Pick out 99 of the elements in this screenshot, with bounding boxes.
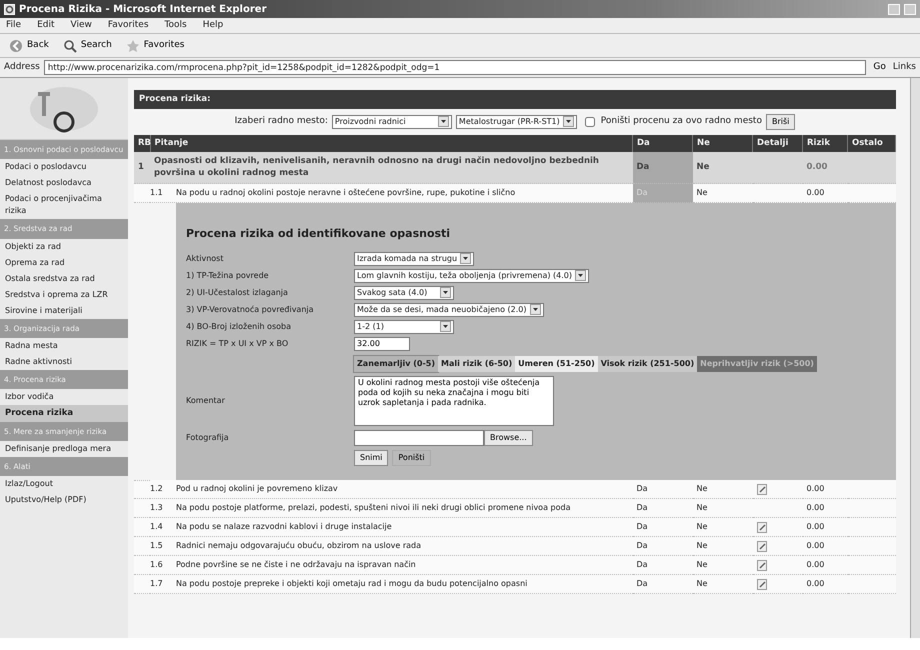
sidebar-link[interactable]: Procena rizika bbox=[0, 405, 128, 422]
ne-cell[interactable]: Ne bbox=[692, 574, 752, 594]
edit-icon[interactable] bbox=[756, 578, 768, 590]
field-label: RIZIK = TP x UI x VP x BO bbox=[186, 338, 290, 350]
da-cell[interactable]: Da bbox=[632, 574, 692, 594]
column-header: Da bbox=[632, 134, 692, 152]
select-field[interactable]: Svakog sata (4.0) bbox=[354, 286, 454, 300]
field-label: 2) UI-Učestalost izlaganja bbox=[186, 286, 289, 299]
browse-button[interactable]: Browse... bbox=[484, 430, 533, 446]
result-field[interactable]: 32.00 bbox=[354, 336, 410, 351]
search-icon bbox=[62, 38, 77, 52]
star-icon bbox=[126, 38, 140, 52]
sidebar-link[interactable]: Sirovine i materijali bbox=[0, 302, 128, 318]
column-header: Detalji bbox=[752, 134, 802, 152]
field-label: Komentar bbox=[186, 395, 226, 408]
table-cell-text: Na podu se nalaze razvodni kablovi i druge instalacije bbox=[176, 521, 392, 534]
table-cell-text: Pod u radnoj okolini je povremeno klizav bbox=[176, 483, 338, 496]
field-label: Fotografija bbox=[186, 432, 230, 444]
comment-field[interactable]: U okolini radnog mesta postoji više oštećenja poda od kojih su neka značajna i mogu biti uzrok sapletanja i pada radnika. bbox=[354, 376, 554, 426]
field-label: 3) VP-Verovatnoća povređivanja bbox=[186, 304, 315, 316]
table-cell-text: Podne površine se ne čiste i ne održavaju na ispravan način bbox=[176, 559, 416, 572]
address-label: Address bbox=[4, 60, 40, 74]
column-header: Ostalo bbox=[848, 134, 896, 152]
menu-item[interactable]: Edit bbox=[37, 18, 54, 32]
table-cell-text: 1.1 bbox=[150, 187, 164, 199]
column-header: RB bbox=[134, 134, 150, 152]
table-cell: Opasnosti od klizavih, nenivelisanih, neravnih odnosno na drugi način nedovoljno bezbednih površina u okolini radnog mesta bbox=[150, 152, 632, 184]
edit-icon[interactable] bbox=[756, 484, 768, 494]
reset-label: Poništi procenu za ovo radno mesto bbox=[600, 115, 762, 128]
search-button[interactable]: Search bbox=[60, 38, 115, 52]
column-header: Ne bbox=[692, 134, 752, 152]
address-field[interactable]: http://www.procenarizika.com/rmprocena.php?pit_id=1258&podpit_id=1282&podpit_odg=1 bbox=[44, 60, 866, 75]
sidebar-link[interactable]: Izbor vodiča bbox=[0, 389, 128, 405]
menu-item[interactable]: View bbox=[70, 18, 92, 32]
risk-level-label: Umeren (51-250) bbox=[515, 356, 598, 372]
edit-icon[interactable] bbox=[756, 560, 768, 570]
page-title: Procena rizika: bbox=[134, 90, 896, 109]
risk-level-label: Zanemarljiv (0-5) bbox=[354, 356, 438, 372]
workplace-label: Izaberi radno mesto: bbox=[234, 115, 328, 128]
sidebar-link[interactable]: Podaci o poslodavcu bbox=[0, 159, 128, 176]
da-cell[interactable]: Da bbox=[632, 152, 692, 184]
table-cell-text: 1.6 bbox=[150, 559, 164, 572]
field-label: Aktivnost bbox=[186, 252, 224, 265]
table-cell-text: 1.5 bbox=[150, 540, 164, 552]
links-label: Links bbox=[892, 60, 916, 74]
menu-item[interactable]: Help bbox=[202, 18, 224, 32]
table-cell-text: 1.7 bbox=[150, 578, 164, 590]
select-field[interactable]: Može da se desi, mada neuobičajeno (2.0) bbox=[354, 302, 544, 317]
select-field[interactable]: Metalostrugar (PR-R-ST1) bbox=[456, 114, 577, 129]
back-icon bbox=[9, 38, 23, 52]
sidebar-link[interactable]: Ostala sredstva za rad bbox=[0, 270, 128, 286]
table-cell-text: 1.4 bbox=[150, 521, 164, 534]
risk-level-label: Mali rizik (6-50) bbox=[438, 356, 516, 372]
table-cell-text: Na podu postoje platforme, prelazi, podesti, spušteni nivoi ili neki drugi oblici promene nivoa poda bbox=[176, 502, 570, 514]
menu-item[interactable]: File bbox=[6, 18, 22, 32]
sidebar-link[interactable]: Definisanje predloga mera bbox=[0, 441, 128, 457]
sidebar-link[interactable]: Podaci o procenjivačima rizika bbox=[0, 191, 128, 220]
table-cell-text: 1.2 bbox=[150, 483, 164, 496]
risk-level-label: Neprihvatljiv rizik (>500) bbox=[697, 356, 817, 372]
select-field[interactable]: Izrada komada na strugu bbox=[354, 252, 474, 266]
table-cell: 0.00 bbox=[802, 152, 848, 184]
table-cell-text: Na podu u radnoj okolini postoje neravne i oštećene površine, rupe, pukotine i slično bbox=[176, 187, 516, 199]
select-field[interactable]: 1-2 (1) bbox=[354, 320, 454, 334]
delete-button[interactable]: Briši bbox=[766, 114, 796, 130]
table-cell: 1 bbox=[134, 152, 150, 184]
browser-icon bbox=[4, 4, 15, 14]
sidebar-link[interactable]: Radna mesta bbox=[0, 338, 128, 354]
menu-item[interactable]: Tools bbox=[164, 18, 187, 32]
edit-icon[interactable] bbox=[756, 522, 768, 532]
select-field[interactable]: Lom glavnih kostiju, teža oboljenja (privremena) (4.0) bbox=[354, 268, 590, 283]
risk-level-label: Visok rizik (251-500) bbox=[598, 356, 698, 372]
favorites-button[interactable]: Favorites bbox=[122, 38, 188, 52]
sidebar-link[interactable]: Objekti za rad bbox=[0, 238, 128, 254]
sidebar-link[interactable]: Uputstvo/Help (PDF) bbox=[0, 492, 128, 508]
field-label: 1) TP-Težina povrede bbox=[186, 270, 270, 282]
menu-item[interactable]: Favorites bbox=[108, 18, 149, 32]
back-button[interactable]: Back bbox=[6, 38, 52, 52]
table-cell-text: 1.3 bbox=[150, 502, 164, 514]
sidebar-link[interactable]: Izlaz/Logout bbox=[0, 476, 128, 492]
save-button[interactable]: Snimi bbox=[354, 450, 388, 466]
cancel-button[interactable]: Poništi bbox=[392, 450, 431, 466]
sidebar-link[interactable]: Sredstva i oprema za LZR bbox=[0, 286, 128, 302]
window-title: Procena Rizika - Microsoft Internet Explorer bbox=[19, 2, 266, 16]
section-title: Procena rizika od identifikovane opasnosti bbox=[186, 227, 452, 240]
table-cell: 0.00 bbox=[802, 574, 848, 594]
ne-cell[interactable]: Ne bbox=[692, 152, 752, 184]
edit-icon[interactable] bbox=[756, 540, 768, 552]
reset-checkbox[interactable] bbox=[584, 116, 595, 127]
file-field[interactable] bbox=[354, 430, 484, 446]
sidebar-link[interactable]: Radne aktivnosti bbox=[0, 354, 128, 370]
go-button[interactable]: Go bbox=[870, 60, 889, 74]
field-label: 4) BO-Broj izloženih osoba bbox=[186, 320, 292, 333]
sidebar-link[interactable]: Oprema za rad bbox=[0, 254, 128, 270]
column-header: Pitanje bbox=[150, 134, 632, 152]
table-cell-text: Radnici nemaju odgovarajuću obuću, obzirom na uslove rada bbox=[176, 540, 421, 552]
sidebar-link[interactable]: Delatnost poslodavca bbox=[0, 175, 128, 192]
column-header: Rizik bbox=[802, 134, 848, 152]
select-field[interactable]: Proizvodni radnici bbox=[332, 114, 452, 129]
table-cell-text: Na podu postoje prepreke i objekti koji ometaju rad i mogu da budu potencijalno opasni bbox=[176, 578, 528, 590]
